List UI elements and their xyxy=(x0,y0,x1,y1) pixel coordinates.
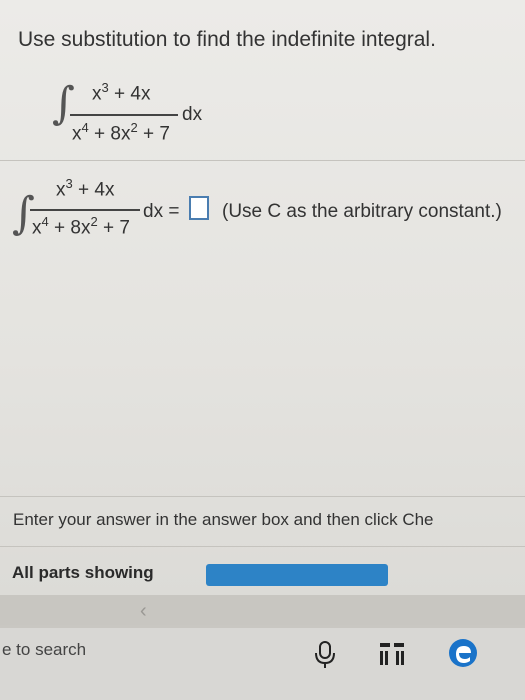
dx-label: dx xyxy=(182,104,203,125)
denominator: x4 + 8x2 + 7 xyxy=(32,214,130,239)
status-label: All parts showing xyxy=(12,563,154,582)
taskbar: e to search xyxy=(0,628,525,700)
fraction-bar xyxy=(70,114,178,116)
lower-strip: ‹ xyxy=(0,595,525,625)
instruction-text: Enter your answer in the answer box and … xyxy=(13,510,434,529)
answer-input[interactable] xyxy=(189,196,209,220)
question-panel: Use substitution to find the indefinite … xyxy=(0,0,525,595)
constant-hint: (Use C as the arbitrary constant.) xyxy=(222,201,502,222)
edge-browser-icon[interactable] xyxy=(447,637,479,669)
fraction-bar xyxy=(30,209,140,211)
dx-equals: dx = xyxy=(143,201,180,222)
question-text: Use substitution to find the indefinite … xyxy=(18,28,436,51)
progress-fill xyxy=(206,564,388,586)
task-view-icon[interactable] xyxy=(378,640,406,668)
numerator: x3 + 4x xyxy=(56,176,115,201)
denominator: x4 + 8x2 + 7 xyxy=(72,120,170,145)
divider xyxy=(0,160,525,161)
divider xyxy=(0,496,525,497)
progress-bar xyxy=(206,564,388,586)
microphone-icon[interactable] xyxy=(312,639,338,669)
numerator: x3 + 4x xyxy=(92,80,151,105)
taskbar-search[interactable]: e to search xyxy=(2,640,86,660)
chevron-left-icon[interactable]: ‹ xyxy=(140,600,147,623)
divider xyxy=(0,546,525,547)
